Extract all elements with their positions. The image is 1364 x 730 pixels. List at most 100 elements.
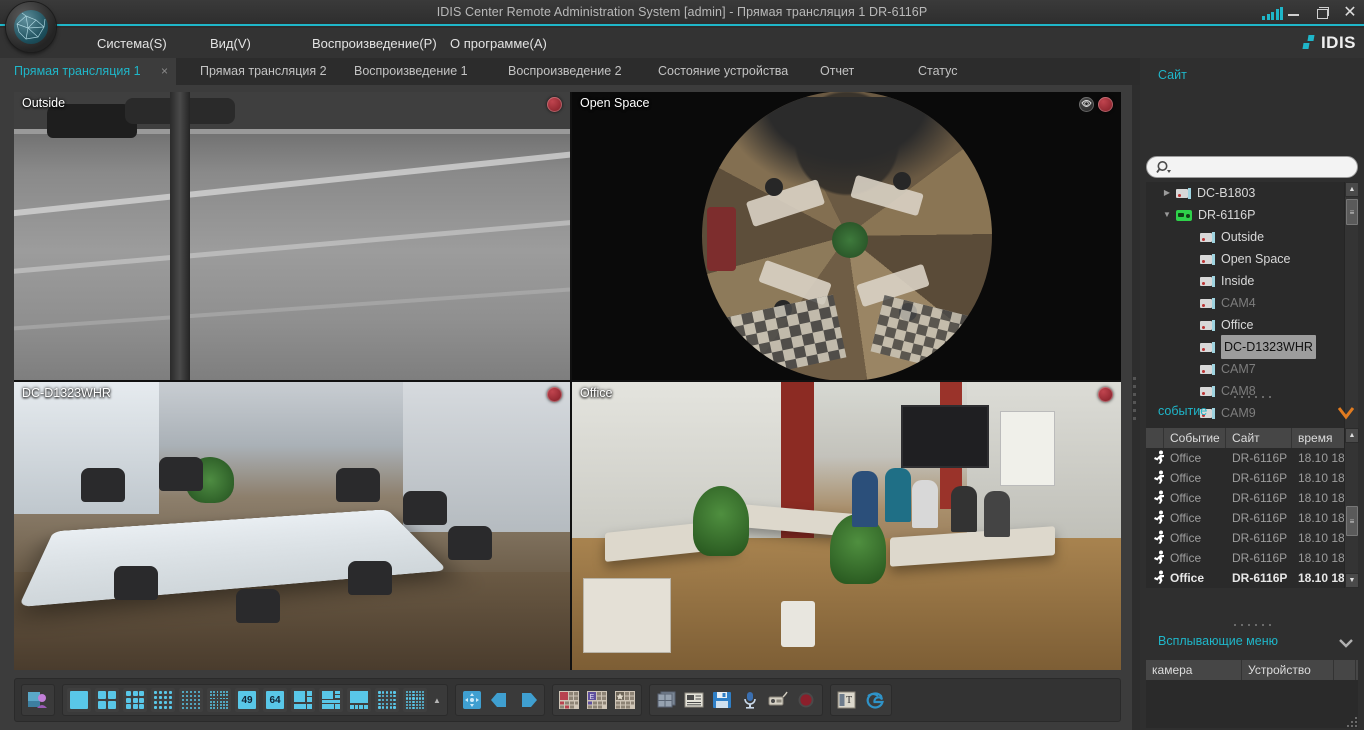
layout-4x4-icon[interactable] [151, 688, 175, 712]
layout-49-icon[interactable]: 49 [235, 688, 259, 712]
browser-icon[interactable] [863, 688, 887, 712]
tree-node-dc-b1803[interactable]: ▶ DC-B1803 [1146, 182, 1358, 204]
record-icon[interactable] [794, 688, 818, 712]
tab-report[interactable]: Отчет [806, 58, 876, 85]
tab-close-icon[interactable]: × [161, 58, 168, 85]
layout-3x3-icon[interactable] [123, 688, 147, 712]
expand-arrow-icon[interactable]: ▶ [1160, 182, 1174, 204]
event-col-site[interactable]: Сайт [1226, 428, 1292, 448]
tab-live-2[interactable]: Прямая трансляция 2 [186, 58, 336, 85]
tree-node-open-space[interactable]: Open Space [1146, 248, 1358, 270]
site-panel-title: Сайт [1158, 68, 1187, 82]
maximize-button[interactable] [1314, 5, 1330, 21]
tree-node-inside[interactable]: Inside [1146, 270, 1358, 292]
camera-icon [1200, 298, 1215, 309]
event-name: Office [1164, 491, 1226, 505]
layout-64-icon[interactable]: 64 [263, 688, 287, 712]
video-feed-outside [14, 92, 570, 380]
collapse-arrow-icon[interactable]: ▼ [1160, 204, 1174, 226]
panel-divider[interactable] [1140, 620, 1364, 630]
scroll-up-arrow-icon[interactable]: ▲ [1345, 428, 1359, 443]
video-cell-open-space[interactable]: Open Space [572, 92, 1121, 380]
tree-node-dc-d1323whr[interactable]: DC-D1323WHR [1146, 336, 1358, 358]
report-icon[interactable]: T [835, 688, 859, 712]
popup-col-extra[interactable] [1334, 660, 1356, 680]
tab-playback-1[interactable]: Воспроизведение 1 [340, 58, 480, 85]
event-row[interactable]: Office DR-6116P 18.10 18:3... [1146, 448, 1358, 468]
video-cell-dc-d1323whr[interactable]: DC-D1323WHR [14, 382, 570, 670]
event-col-event[interactable]: Событие [1164, 428, 1226, 448]
search-box[interactable] [1146, 156, 1358, 178]
layout-panel-gray-icon[interactable] [613, 688, 637, 712]
tab-device-status[interactable]: Состояние устройства [644, 58, 794, 85]
scroll-down-arrow-icon[interactable]: ▼ [1345, 573, 1359, 588]
menu-item-view[interactable]: Вид(V) [210, 36, 312, 51]
sequence-icon[interactable] [460, 688, 484, 712]
event-row[interactable]: Office DR-6116P 18.10 18:3... [1146, 528, 1358, 548]
scroll-thumb[interactable]: ≡ [1346, 199, 1358, 225]
chevron-orange-icon[interactable] [1338, 406, 1354, 420]
video-cell-office[interactable]: Office [572, 382, 1121, 670]
camera-icon [1200, 276, 1215, 287]
map-panel-red-icon[interactable] [557, 688, 581, 712]
menu-item-system[interactable]: Система(S) [97, 36, 210, 51]
layout-1plus12-icon[interactable] [347, 688, 371, 712]
layout-5x5-icon[interactable] [179, 688, 203, 712]
scroll-up-arrow-icon[interactable]: ▲ [1345, 182, 1358, 197]
previous-group-icon[interactable] [488, 688, 512, 712]
event-row[interactable]: Office DR-6116P 18.10 18:... [1146, 568, 1358, 588]
menu-item-playback[interactable]: Воспроизведение(P) [312, 36, 450, 51]
event-row[interactable]: Office DR-6116P 18.10 18:3... [1146, 468, 1358, 488]
idis-brand-logo: IDIS [1303, 32, 1356, 54]
motion-running-icon [1146, 470, 1164, 487]
multi-window-icon[interactable] [654, 688, 678, 712]
event-scrollbar[interactable]: ▲ ≡ ▼ [1344, 428, 1358, 588]
scroll-thumb[interactable]: ≡ [1346, 506, 1358, 536]
search-input[interactable] [1181, 159, 1353, 176]
sidebar-resize-grip[interactable] [1130, 368, 1138, 428]
tab-status[interactable]: Статус [904, 58, 974, 85]
event-site: DR-6116P [1226, 551, 1292, 565]
video-cell-label: Office [580, 386, 612, 400]
user-login-icon[interactable] [26, 688, 50, 712]
layout-6x6-icon[interactable] [207, 688, 231, 712]
layout-1x1-icon[interactable] [67, 688, 91, 712]
layout-custom-icon[interactable] [403, 688, 427, 712]
search-icon [1156, 160, 1172, 176]
video-cell-outside[interactable]: Outside [14, 92, 570, 380]
tab-playback-2[interactable]: Воспроизведение 2 [494, 58, 636, 85]
layout-2x2-icon[interactable] [95, 688, 119, 712]
chevron-down-icon[interactable] [1338, 636, 1354, 650]
event-row[interactable]: Office DR-6116P 18.10 18:3... [1146, 548, 1358, 568]
minimize-button[interactable] [1286, 5, 1302, 21]
next-group-icon[interactable] [516, 688, 540, 712]
toolbar-group-navigation [455, 684, 545, 716]
menu-item-about[interactable]: О программе(A) [450, 36, 570, 51]
layout-1plus32-icon[interactable] [375, 688, 399, 712]
tree-node-outside[interactable]: Outside [1146, 226, 1358, 248]
tree-node-office[interactable]: Office [1146, 314, 1358, 336]
tree-node-cam4[interactable]: CAM4 [1146, 292, 1358, 314]
popup-col-device[interactable]: Устройство [1242, 660, 1334, 680]
popup-col-camera[interactable]: камера [1146, 660, 1242, 680]
layout-1plus7-icon[interactable] [319, 688, 343, 712]
tree-node-label: Open Space [1221, 248, 1291, 270]
tab-live-1[interactable]: Прямая трансляция 1 × [0, 58, 176, 85]
microphone-icon[interactable] [738, 688, 762, 712]
tree-node-cam7[interactable]: CAM7 [1146, 358, 1358, 380]
resize-corner-grip[interactable] [1345, 715, 1357, 727]
tree-node-dr-6116p[interactable]: ▼ DR-6116P [1146, 204, 1358, 226]
event-row[interactable]: Office DR-6116P 18.10 18:3... [1146, 508, 1358, 528]
save-icon[interactable] [710, 688, 734, 712]
layout-more-arrow-icon[interactable]: ▲ [431, 688, 443, 712]
audio-device-icon[interactable] [766, 688, 790, 712]
ptz-control-icon[interactable] [1079, 97, 1094, 112]
event-row[interactable]: Office DR-6116P 18.10 18:3... [1146, 488, 1358, 508]
close-button[interactable]: ✕ [1342, 5, 1358, 21]
layout-1plus5-icon[interactable] [291, 688, 315, 712]
event-name: Office [1164, 571, 1226, 585]
text-in-icon[interactable] [682, 688, 706, 712]
record-indicator-icon [1098, 97, 1113, 112]
event-panel-purple-icon[interactable]: E [585, 688, 609, 712]
popup-table: камера Устройство [1146, 660, 1358, 728]
